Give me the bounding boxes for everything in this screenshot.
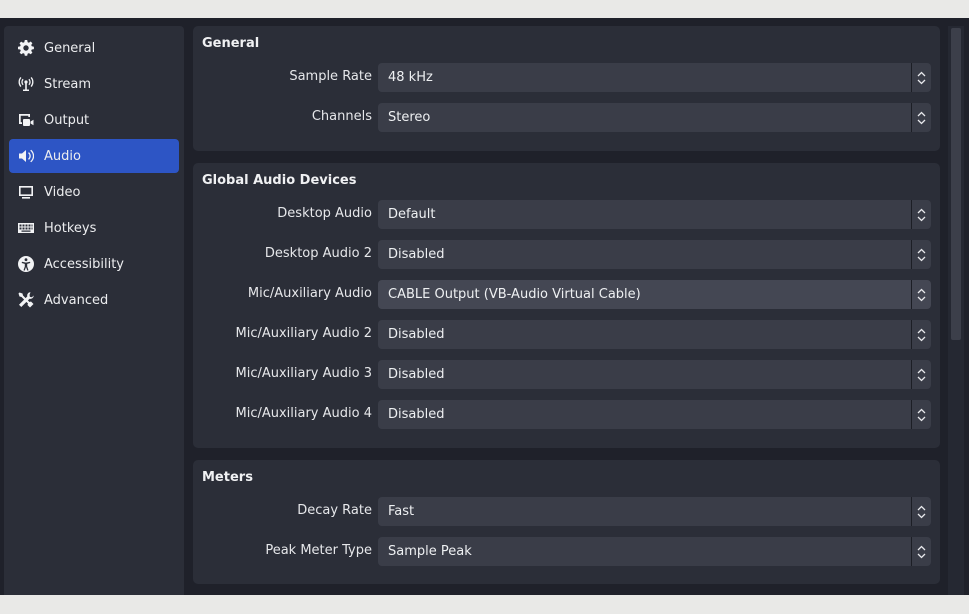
desktop-audio-2-row: Desktop Audio 2 Disabled [193, 240, 940, 269]
group-title: Global Audio Devices [202, 173, 357, 188]
scrollbar-thumb[interactable] [951, 28, 961, 340]
sample-rate-row: Sample Rate 48 kHz [193, 63, 940, 92]
field-label: Mic/Auxiliary Audio [247, 286, 372, 301]
group-title: Meters [202, 470, 253, 485]
sidebar-item-video[interactable]: Video [9, 175, 179, 209]
monitor-icon [17, 183, 35, 201]
settings-sidebar: General Stream Output Audio Video Hotkey… [4, 26, 184, 595]
speaker-icon [17, 147, 35, 165]
sidebar-item-label: Accessibility [44, 256, 124, 272]
settings-content: General Sample Rate 48 kHz Channels Ster… [193, 26, 940, 595]
field-label: Mic/Auxiliary Audio 2 [235, 326, 372, 341]
settings-window: General Stream Output Audio Video Hotkey… [0, 18, 969, 595]
chevron-updown-icon [911, 320, 931, 349]
desktop-audio-select[interactable]: Default [378, 200, 931, 229]
field-label: Mic/Auxiliary Audio 4 [235, 406, 372, 421]
meters-group: Meters Decay Rate Fast Peak Meter Type S… [193, 460, 940, 584]
chevron-updown-icon [911, 360, 931, 389]
sidebar-item-hotkeys[interactable]: Hotkeys [9, 211, 179, 245]
field-label: Peak Meter Type [265, 543, 372, 558]
decay-rate-row: Decay Rate Fast [193, 497, 940, 526]
antenna-icon [17, 75, 35, 93]
output-icon [17, 111, 35, 129]
chevron-updown-icon [911, 103, 931, 132]
vertical-scrollbar[interactable] [948, 26, 964, 595]
select-value: 48 kHz [388, 70, 433, 85]
sidebar-item-general[interactable]: General [9, 31, 179, 65]
mic-aux-audio-4-select[interactable]: Disabled [378, 400, 931, 429]
sidebar-item-label: General [44, 40, 96, 56]
chevron-updown-icon [911, 497, 931, 526]
chevron-updown-icon [911, 240, 931, 269]
sidebar-item-label: Video [44, 184, 81, 200]
select-value: CABLE Output (VB-Audio Virtual Cable) [388, 287, 641, 302]
group-title: General [202, 36, 260, 51]
desktop-audio-row: Desktop Audio Default [193, 200, 940, 229]
mic-aux-audio-2-select[interactable]: Disabled [378, 320, 931, 349]
field-label: Sample Rate [289, 69, 372, 84]
channels-row: Channels Stereo [193, 103, 940, 132]
gear-icon [17, 39, 35, 57]
select-value: Disabled [388, 367, 445, 382]
field-label: Desktop Audio [277, 206, 372, 221]
select-value: Default [388, 207, 436, 222]
select-value: Disabled [388, 327, 445, 342]
select-value: Disabled [388, 247, 445, 262]
mic-aux-audio-2-row: Mic/Auxiliary Audio 2 Disabled [193, 320, 940, 349]
chevron-updown-icon [911, 537, 931, 566]
general-group: General Sample Rate 48 kHz Channels Ster… [193, 26, 940, 151]
keyboard-icon [17, 219, 35, 237]
field-label: Mic/Auxiliary Audio 3 [235, 366, 372, 381]
mic-aux-audio-4-row: Mic/Auxiliary Audio 4 Disabled [193, 400, 940, 429]
mic-aux-audio-row: Mic/Auxiliary Audio CABLE Output (VB-Aud… [193, 280, 940, 309]
sample-rate-select[interactable]: 48 kHz [378, 63, 931, 92]
desktop-audio-2-select[interactable]: Disabled [378, 240, 931, 269]
mic-aux-audio-3-select[interactable]: Disabled [378, 360, 931, 389]
select-value: Disabled [388, 407, 445, 422]
chevron-updown-icon [911, 200, 931, 229]
field-label: Desktop Audio 2 [264, 246, 372, 261]
sidebar-item-accessibility[interactable]: Accessibility [9, 247, 179, 281]
sidebar-item-label: Audio [44, 148, 81, 164]
chevron-updown-icon [911, 63, 931, 92]
field-label: Channels [311, 109, 372, 124]
peak-meter-type-row: Peak Meter Type Sample Peak [193, 537, 940, 566]
decay-rate-select[interactable]: Fast [378, 497, 931, 526]
field-label: Decay Rate [297, 503, 372, 518]
sidebar-item-label: Output [44, 112, 90, 128]
peak-meter-type-select[interactable]: Sample Peak [378, 537, 931, 566]
select-value: Stereo [388, 110, 431, 125]
sidebar-item-audio[interactable]: Audio [9, 139, 179, 173]
select-value: Sample Peak [388, 544, 472, 559]
sidebar-item-advanced[interactable]: Advanced [9, 283, 179, 317]
sidebar-item-label: Stream [44, 76, 92, 92]
accessibility-icon [17, 255, 35, 273]
sidebar-item-output[interactable]: Output [9, 103, 179, 137]
mic-aux-audio-3-row: Mic/Auxiliary Audio 3 Disabled [193, 360, 940, 389]
mic-aux-audio-select[interactable]: CABLE Output (VB-Audio Virtual Cable) [378, 280, 931, 309]
chevron-updown-icon [911, 280, 931, 309]
sidebar-item-label: Advanced [44, 292, 109, 308]
sidebar-item-stream[interactable]: Stream [9, 67, 179, 101]
chevron-updown-icon [911, 400, 931, 429]
tools-icon [17, 291, 35, 309]
sidebar-item-label: Hotkeys [44, 220, 97, 236]
select-value: Fast [388, 504, 415, 519]
global-audio-devices-group: Global Audio Devices Desktop Audio Defau… [193, 163, 940, 448]
channels-select[interactable]: Stereo [378, 103, 931, 132]
